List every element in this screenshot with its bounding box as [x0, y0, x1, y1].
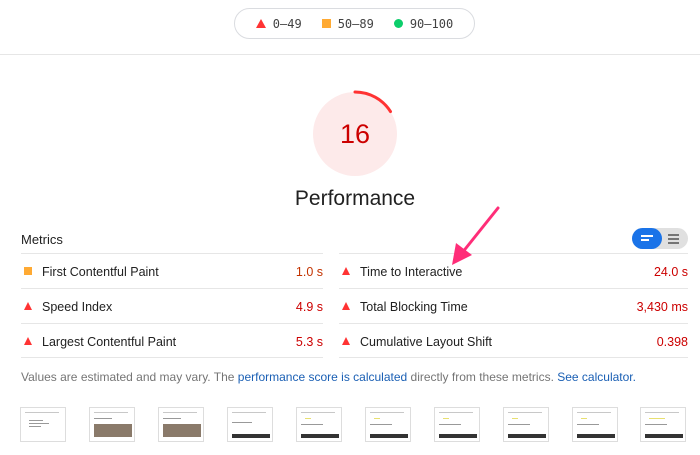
score-legend: 0–49 50–89 90–100: [234, 8, 475, 39]
metrics-view-toggle[interactable]: [632, 228, 688, 249]
see-calculator-link[interactable]: See calculator.: [557, 370, 636, 384]
performance-title: Performance: [294, 187, 416, 210]
metric-label: Time to Interactive: [360, 265, 463, 279]
legend-pass-label: 90–100: [409, 16, 454, 31]
score-calculation-link[interactable]: performance score is calculated: [238, 370, 407, 384]
filmstrip-frame: [89, 407, 135, 442]
legend-bar: 0–49 50–89 90–100: [0, 0, 700, 55]
metric-label: First Contentful Paint: [42, 265, 159, 279]
metric-cumulative-layout-shift: Cumulative Layout Shift 0.398: [339, 323, 688, 358]
metric-label: Largest Contentful Paint: [42, 335, 177, 349]
filmstrip-frame: [158, 407, 204, 442]
red-triangle-icon: [255, 19, 266, 28]
red-triangle-icon: [342, 337, 350, 345]
note-text-middle: directly from these metrics.: [407, 370, 558, 384]
orange-square-icon: [24, 267, 32, 275]
annotation-arrow-icon: [452, 206, 500, 265]
red-triangle-icon: [24, 302, 32, 310]
metric-value: 5.3 s: [295, 335, 323, 349]
filmstrip-frame: [296, 407, 342, 442]
metrics-column-left: First Contentful Paint 1.0 s Speed Index…: [21, 253, 323, 358]
filmstrip-frame: [20, 407, 66, 442]
filmstrip-frame: [503, 407, 549, 442]
metric-first-contentful-paint: First Contentful Paint 1.0 s: [21, 253, 323, 288]
metric-value: 4.9 s: [295, 300, 323, 314]
metric-largest-contentful-paint: Largest Contentful Paint 5.3 s: [21, 323, 323, 358]
filmstrip-frame: [227, 407, 273, 442]
metric-label: Total Blocking Time: [360, 300, 468, 314]
red-triangle-icon: [342, 267, 350, 275]
legend-fail-label: 0–49: [272, 16, 302, 31]
metric-speed-index: Speed Index 4.9 s: [21, 288, 323, 323]
metric-value: 3,430 ms: [636, 300, 688, 314]
filmstrip-frame: [640, 407, 686, 442]
compact-view-button[interactable]: [632, 228, 662, 249]
legend-pass: 90–100: [393, 16, 454, 31]
metrics-column-right: Time to Interactive 24.0 s Total Blockin…: [339, 253, 688, 358]
metric-value: 0.398: [656, 335, 688, 349]
filmstrip-frame: [572, 407, 618, 442]
metric-value: 24.0 s: [653, 265, 688, 279]
filmstrip-frame: [434, 407, 480, 442]
legend-average: 50–89: [321, 16, 374, 31]
metric-label: Speed Index: [42, 300, 113, 314]
note-text: Values are estimated and may vary. The: [21, 370, 238, 384]
performance-score: 16: [339, 118, 371, 149]
orange-square-icon: [321, 19, 331, 28]
metrics-note: Values are estimated and may vary. The p…: [21, 370, 636, 384]
metric-label: Cumulative Layout Shift: [360, 335, 493, 349]
metric-time-to-interactive: Time to Interactive 24.0 s: [339, 253, 688, 288]
green-circle-icon: [393, 19, 403, 28]
legend-fail: 0–49: [255, 16, 302, 31]
red-triangle-icon: [24, 337, 32, 345]
metric-total-blocking-time: Total Blocking Time 3,430 ms: [339, 288, 688, 323]
red-triangle-icon: [342, 302, 350, 310]
filmstrip: [20, 407, 686, 447]
metrics-header: Metrics: [21, 232, 63, 247]
filmstrip-frame: [365, 407, 411, 442]
legend-average-label: 50–89: [337, 16, 374, 31]
metric-value: 1.0 s: [295, 265, 323, 279]
